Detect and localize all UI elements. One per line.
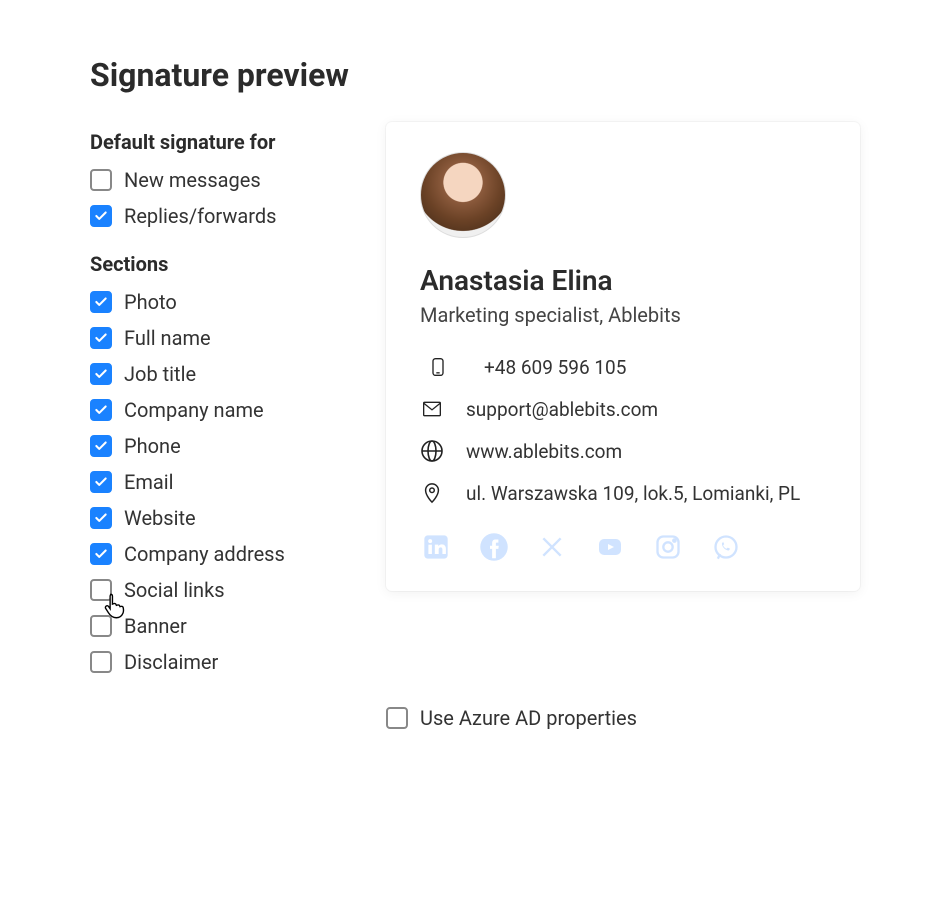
x-icon[interactable] <box>536 531 568 563</box>
contact-address: ul. Warszawska 109, lok.5, Lomianki, PL <box>466 482 800 505</box>
section-full-name-label: Full name <box>124 326 211 350</box>
whatsapp-icon[interactable] <box>710 531 742 563</box>
section-phone[interactable]: Phone <box>90 434 350 458</box>
section-email-label: Email <box>124 470 174 494</box>
contact-address-row: ul. Warszawska 109, lok.5, Lomianki, PL <box>420 481 826 505</box>
section-photo[interactable]: Photo <box>90 290 350 314</box>
globe-icon <box>420 439 444 463</box>
linkedin-icon[interactable] <box>420 531 452 563</box>
contact-email-row: support@ablebits.com <box>420 397 826 421</box>
azure-ad-label: Use Azure AD properties <box>420 706 637 730</box>
azure-ad-checkbox[interactable] <box>386 707 408 729</box>
sidebar: Default signature for New messages Replie… <box>90 122 350 686</box>
section-job-title-label: Job title <box>124 362 196 386</box>
instagram-icon[interactable] <box>652 531 684 563</box>
section-social-links-checkbox[interactable] <box>90 579 112 601</box>
section-company-address[interactable]: Company address <box>90 542 350 566</box>
section-phone-checkbox[interactable] <box>90 435 112 457</box>
email-icon <box>420 397 444 421</box>
default-new-messages[interactable]: New messages <box>90 168 350 192</box>
section-company-address-label: Company address <box>124 542 285 566</box>
default-new-messages-label: New messages <box>124 168 261 192</box>
section-website-label: Website <box>124 506 196 530</box>
section-company-name-checkbox[interactable] <box>90 399 112 421</box>
section-photo-checkbox[interactable] <box>90 291 112 313</box>
facebook-icon[interactable] <box>478 531 510 563</box>
azure-ad-checkbox-row[interactable]: Use Azure AD properties <box>386 706 860 730</box>
section-full-name-checkbox[interactable] <box>90 327 112 349</box>
section-website-checkbox[interactable] <box>90 507 112 529</box>
section-banner[interactable]: Banner <box>90 614 350 638</box>
section-full-name[interactable]: Full name <box>90 326 350 350</box>
section-job-title[interactable]: Job title <box>90 362 350 386</box>
default-new-messages-checkbox[interactable] <box>90 169 112 191</box>
section-company-name-label: Company name <box>124 398 264 422</box>
layout-columns: Default signature for New messages Replie… <box>90 122 860 686</box>
section-website[interactable]: Website <box>90 506 350 530</box>
section-disclaimer[interactable]: Disclaimer <box>90 650 350 674</box>
section-banner-label: Banner <box>124 614 187 638</box>
section-social-links[interactable]: Social links <box>90 578 350 602</box>
section-phone-label: Phone <box>124 434 181 458</box>
contact-email: support@ablebits.com <box>466 398 658 421</box>
contact-website-row: www.ablebits.com <box>420 439 826 463</box>
sections-heading: Sections <box>90 252 350 276</box>
section-social-links-label: Social links <box>124 578 225 602</box>
contact-phone-row: +48 609 596 105 <box>420 355 826 379</box>
section-company-name[interactable]: Company name <box>90 398 350 422</box>
location-icon <box>420 481 444 505</box>
section-disclaimer-checkbox[interactable] <box>90 651 112 673</box>
page-title: Signature preview <box>90 56 860 94</box>
defaults-heading: Default signature for <box>90 130 350 154</box>
section-photo-label: Photo <box>124 290 177 314</box>
sections-list: Photo Full name Job title Company name Phone… <box>90 290 350 674</box>
avatar <box>420 152 506 238</box>
social-links-row <box>420 531 826 563</box>
section-company-address-checkbox[interactable] <box>90 543 112 565</box>
section-job-title-checkbox[interactable] <box>90 363 112 385</box>
contact-name: Anastasia Elina <box>420 264 826 297</box>
signature-preview-panel: Signature preview Default signature for … <box>40 20 900 760</box>
section-disclaimer-label: Disclaimer <box>124 650 218 674</box>
youtube-icon[interactable] <box>594 531 626 563</box>
section-banner-checkbox[interactable] <box>90 615 112 637</box>
phone-icon <box>426 355 450 379</box>
contact-phone: +48 609 596 105 <box>484 356 626 379</box>
default-replies-forwards-label: Replies/forwards <box>124 204 276 228</box>
section-email[interactable]: Email <box>90 470 350 494</box>
contact-website: www.ablebits.com <box>466 440 622 463</box>
signature-preview-card: Anastasia Elina Marketing specialist, Ab… <box>386 122 860 591</box>
default-replies-forwards[interactable]: Replies/forwards <box>90 204 350 228</box>
section-email-checkbox[interactable] <box>90 471 112 493</box>
contact-role: Marketing specialist, Ablebits <box>420 303 826 327</box>
default-replies-forwards-checkbox[interactable] <box>90 205 112 227</box>
defaults-list: New messages Replies/forwards <box>90 168 350 228</box>
